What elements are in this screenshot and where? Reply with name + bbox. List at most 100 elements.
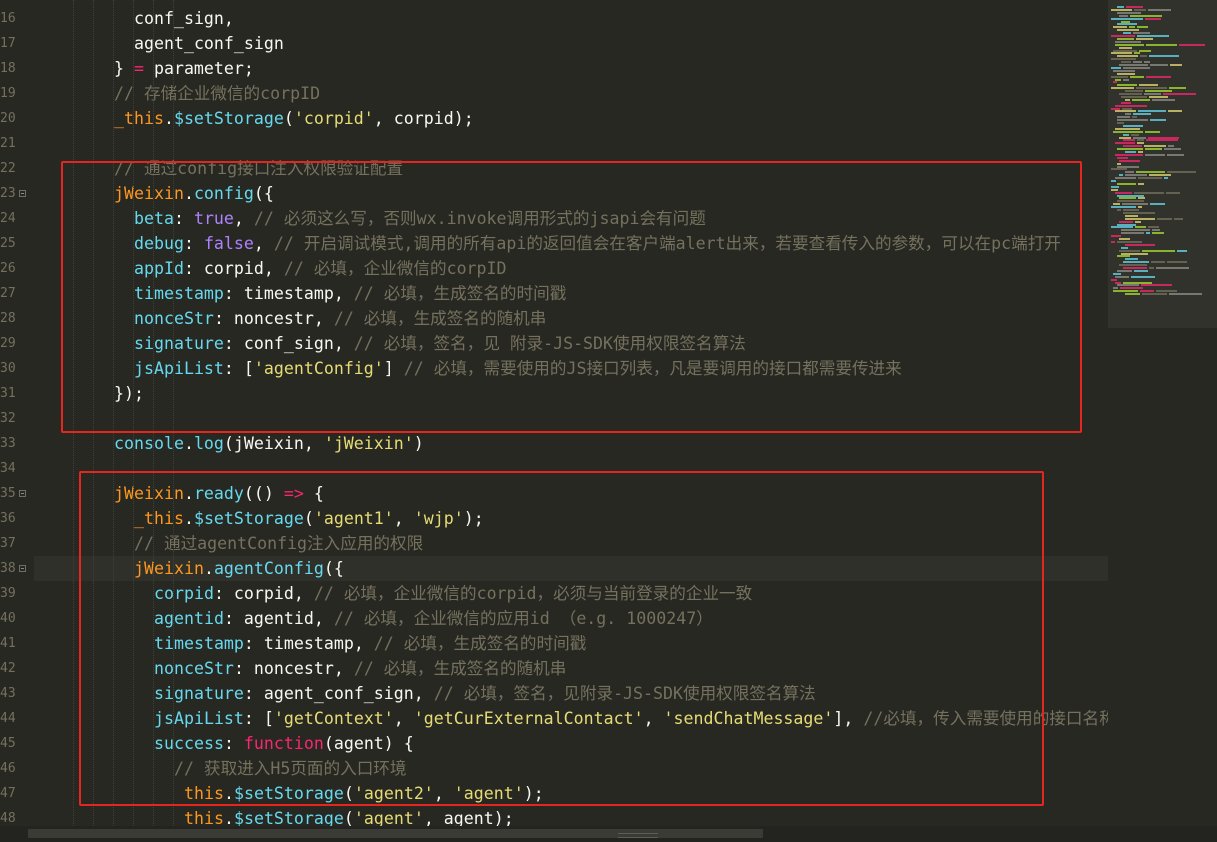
minimap-line: [1133, 32, 1150, 35]
code-line[interactable]: [34, 456, 1108, 481]
code-token: 'sendChatMessage': [663, 709, 834, 728]
code-line[interactable]: jWeixin.config({: [34, 181, 1108, 206]
code-token: corpid: [154, 584, 214, 603]
code-token: $setStorage: [233, 809, 344, 826]
line-number: 33: [0, 436, 16, 451]
code-token: this: [184, 784, 224, 803]
code-line[interactable]: appId: corpid, // 必填，企业微信的corpID: [34, 256, 1108, 281]
minimap-line: [1111, 87, 1134, 90]
code-line[interactable]: // 存储企业微信的corpID: [34, 81, 1108, 106]
code-token: : [: [243, 709, 274, 728]
code-token: $setStorage: [233, 784, 344, 803]
minimap-line: [1111, 8, 1132, 11]
code-token: :: [173, 209, 194, 228]
minimap-line: [1123, 32, 1131, 35]
line-number: 25: [0, 236, 16, 251]
code-line[interactable]: timestamp: timestamp, // 必填，生成签名的时间戳: [34, 631, 1108, 656]
code-line[interactable]: });: [34, 381, 1108, 406]
code-token: $setStorage: [173, 109, 284, 128]
code-line[interactable]: agent_conf_sign: [34, 31, 1108, 56]
minimap-line: [1130, 14, 1162, 17]
code-line[interactable]: signature: agent_conf_sign, // 必填，签名，见附录…: [34, 681, 1108, 706]
minimap-line: [1123, 124, 1143, 127]
code-line[interactable]: // 通过agentConfig注入应用的权限: [34, 531, 1108, 556]
minimap-line: [1122, 203, 1148, 206]
minimap-line: [1137, 26, 1148, 29]
code-line[interactable]: _this.$setStorage('corpid', corpid);: [34, 106, 1108, 131]
code-line[interactable]: beta: true, // 必须这么写，否则wx.invoke调用形式的jsa…: [34, 206, 1108, 231]
minimap-line: [1133, 113, 1151, 116]
minimap-line: [1117, 223, 1136, 226]
code-line[interactable]: conf_sign,: [34, 6, 1108, 31]
minimap[interactable]: [1108, 0, 1217, 826]
code-line[interactable]: jsApiList: ['getContext', 'getCurExterna…: [34, 706, 1108, 731]
code-token: agentid: [154, 609, 224, 628]
minimap-line: [1111, 75, 1128, 78]
code-line[interactable]: console.log(jWeixin, 'jWeixin'): [34, 431, 1108, 456]
minimap-line: [1117, 6, 1124, 8]
minimap-line: [1123, 267, 1147, 269]
code-line[interactable]: this.$setStorage('agent2', 'agent');: [34, 781, 1108, 806]
code-line[interactable]: timestamp: timestamp, // 必填，生成签名的时间戳: [34, 281, 1108, 306]
code-token: (agent) {: [323, 734, 414, 753]
minimap-line: [1117, 148, 1143, 151]
minimap-line: [1151, 261, 1165, 264]
minimap-line: [1113, 130, 1143, 133]
code-line[interactable]: jWeixin.ready(() => {: [34, 481, 1108, 506]
code-line[interactable]: } = parameter;: [34, 56, 1108, 81]
minimap-line: [1149, 55, 1179, 58]
code-line[interactable]: // 获取进入H5页面的入口环境: [34, 756, 1108, 781]
minimap-line: [1115, 153, 1143, 156]
code-line[interactable]: [34, 131, 1108, 156]
minimap-line: [1136, 87, 1167, 90]
minimap-line: [1134, 191, 1164, 194]
code-token: ((): [243, 484, 284, 503]
code-line[interactable]: // 通过config接口注入权限验证配置: [34, 156, 1108, 181]
code-token: .: [223, 809, 234, 826]
minimap-line: [1152, 98, 1175, 101]
horizontal-scrollbar[interactable]: [0, 826, 1217, 842]
code-token: _this: [114, 109, 164, 128]
minimap-line: [1167, 171, 1196, 174]
scrollbar-thumb[interactable]: [28, 829, 763, 838]
code-line[interactable]: debug: false, // 开启调试模式,调用的所有api的返回值会在客户…: [34, 231, 1108, 256]
fold-toggle-icon[interactable]: [19, 190, 26, 197]
code-token: ,: [253, 234, 274, 253]
code-line[interactable]: jWeixin.agentConfig({: [34, 556, 1108, 581]
minimap-line: [1125, 151, 1136, 153]
minimap-line: [1138, 182, 1144, 185]
code-line[interactable]: agentid: agentid, // 必填，企业微信的应用id （e.g. …: [34, 606, 1108, 631]
minimap-line: [1121, 252, 1148, 255]
minimap-line: [1117, 29, 1139, 32]
code-token: : timestamp,: [243, 634, 374, 653]
minimap-line: [1177, 249, 1187, 252]
minimap-line: [1125, 217, 1155, 220]
code-token: // 必填，签名，见 附录-JS-SDK使用权限签名算法: [353, 334, 746, 353]
code-line[interactable]: [34, 406, 1108, 431]
minimap-line: [1119, 136, 1131, 139]
fold-toggle-icon[interactable]: [19, 565, 26, 572]
code-line[interactable]: signature: conf_sign, // 必填，签名，见 附录-JS-S…: [34, 331, 1108, 356]
code-token: conf_sign,: [134, 9, 234, 28]
minimap-line: [1117, 23, 1137, 26]
code-area[interactable]: conf_sign, agent_conf_sign} = parameter; /…: [34, 0, 1108, 826]
code-token: this: [184, 809, 224, 826]
code-line[interactable]: nonceStr: noncestr, // 必填，生成签名的随机串: [34, 306, 1108, 331]
code-line[interactable]: corpid: corpid, // 必填，企业微信的corpid，必须与当前登…: [34, 581, 1108, 606]
minimap-line: [1145, 17, 1161, 20]
code-token: agentConfig: [213, 559, 324, 578]
minimap-line: [1119, 14, 1128, 17]
minimap-line: [1134, 8, 1146, 11]
code-line[interactable]: _this.$setStorage('agent1', 'wjp');: [34, 506, 1108, 531]
minimap-line: [1113, 290, 1138, 293]
code-line[interactable]: success: function(agent) {: [34, 731, 1108, 756]
code-line[interactable]: nonceStr: noncestr, // 必填，生成签名的随机串: [34, 656, 1108, 681]
minimap-line: [1119, 46, 1132, 49]
fold-toggle-icon[interactable]: [19, 490, 26, 497]
minimap-line: [1111, 226, 1133, 229]
code-token: 'agent1': [313, 509, 394, 528]
minimap-line: [1121, 229, 1150, 232]
code-token: nonceStr: [154, 659, 234, 678]
code-line[interactable]: jsApiList: ['agentConfig'] // 必填，需要使用的JS…: [34, 356, 1108, 381]
code-line[interactable]: this.$setStorage('agent', agent);: [34, 806, 1108, 826]
